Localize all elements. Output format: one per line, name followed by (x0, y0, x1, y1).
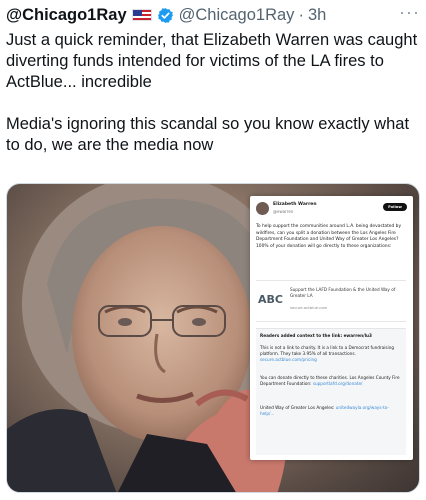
community-note-3: United Way of Greater Los Angeles: unite… (260, 405, 402, 417)
us-flag-icon (131, 9, 152, 21)
community-note-2: You can donate directly to these chariti… (260, 375, 402, 387)
community-note-2-link: supportlafd.org/donate/ (312, 381, 363, 386)
embedded-post-header: Elizabeth Warren @ewarren Follow (256, 202, 407, 218)
verified-badge-icon[interactable] (157, 7, 174, 24)
community-note-1-link: secure.actblue.com/pricing (260, 357, 317, 362)
embedded-link-card: ABC Support the LAFD Foundation & the Un… (256, 280, 406, 322)
card-url: secure.actblue.com (290, 305, 328, 310)
post-text-paragraph-1: Just a quick reminder, that Elizabeth Wa… (6, 31, 418, 91)
community-note-3-text: United Way of Greater Los Angeles: (260, 405, 335, 410)
community-note-1: This is not a link to charity. It is a l… (260, 345, 402, 363)
card-title: Support the LAFD Foundation & the United… (290, 287, 396, 298)
author-display-name[interactable]: @Chicago1Ray (6, 6, 127, 25)
post-text-paragraph-2: Media's ignoring this scandal so you kno… (6, 115, 410, 154)
author-handle[interactable]: @Chicago1Ray (179, 6, 295, 25)
embedded-author-handle: @ewarren (273, 209, 294, 214)
more-options-icon[interactable]: ··· (399, 2, 420, 23)
community-notes: Readers added context to the link: ewarr… (256, 328, 406, 455)
embedded-follow-button: Follow (383, 203, 407, 211)
post-text: Just a quick reminder, that Elizabeth Wa… (6, 30, 420, 156)
embedded-author-name: Elizabeth Warren (273, 202, 317, 207)
community-note-1-text: This is not a link to charity. It is a l… (260, 345, 395, 356)
post-header: @Chicago1Ray @Chicago1Ray · 3h (6, 4, 420, 26)
card-logo: ABC (258, 293, 283, 306)
embedded-post-text: To help support the communities around L… (256, 224, 402, 249)
post-image[interactable]: Elizabeth Warren @ewarren Follow To help… (6, 183, 420, 493)
avatar (256, 202, 269, 215)
post-timestamp[interactable]: 3h (308, 6, 326, 25)
separator: · (298, 5, 304, 24)
community-notes-heading: Readers added context to the link: ewarr… (260, 333, 372, 338)
embedded-screenshot: Elizabeth Warren @ewarren Follow To help… (250, 196, 413, 460)
